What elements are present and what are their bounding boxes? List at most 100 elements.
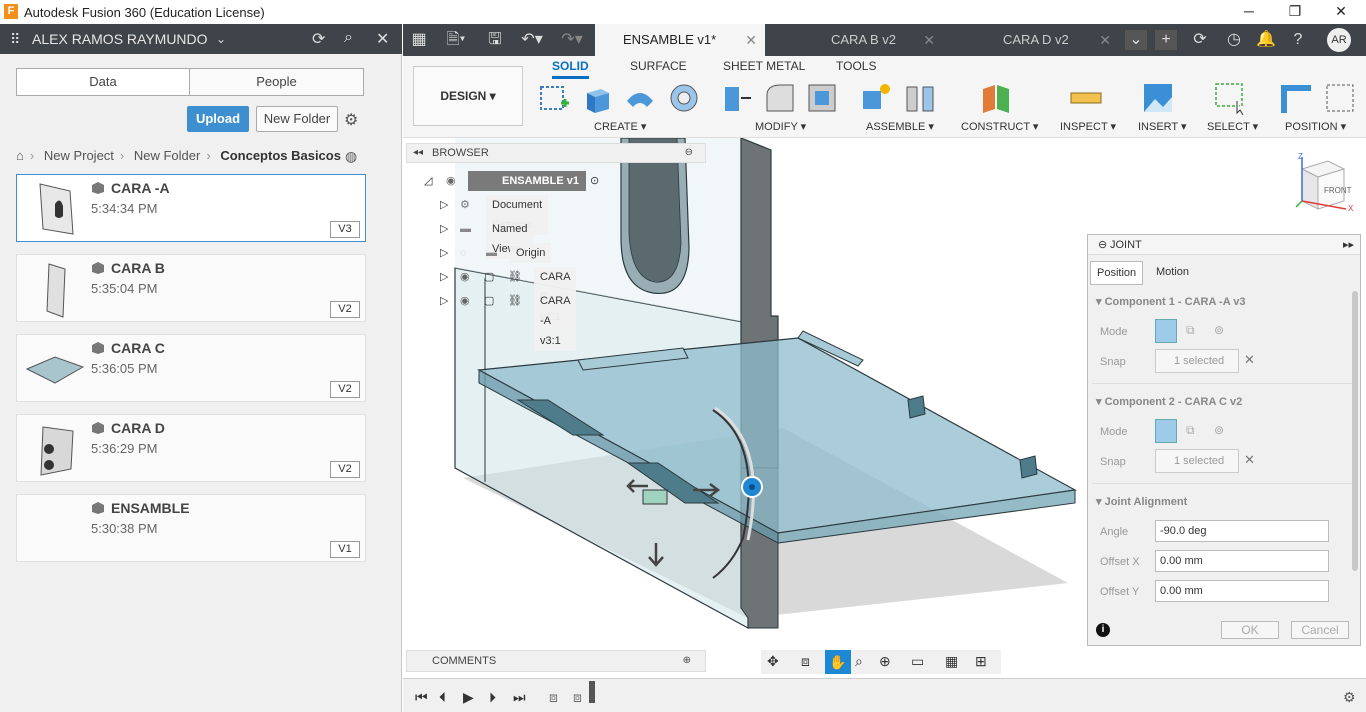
comments-panel[interactable]: COMMENTS ⊕ <box>406 650 706 672</box>
window-select-icon[interactable] <box>1213 81 1247 115</box>
mode-center-icon[interactable]: ⊚ <box>1214 323 1224 337</box>
go-to-start-icon[interactable]: ⏮ <box>415 689 428 706</box>
grid-icon[interactable]: ▦ <box>945 653 958 670</box>
tab-tools[interactable]: TOOLS <box>836 59 876 73</box>
create-sketch-icon[interactable] <box>537 81 571 115</box>
expand-arrow-icon[interactable]: ◿ <box>424 171 432 191</box>
notifications-icon[interactable]: 🔔 <box>1255 30 1277 50</box>
activate-radio-icon[interactable]: ⊙ <box>590 171 599 191</box>
tab-sheet-metal[interactable]: SHEET METAL <box>723 59 805 73</box>
fillet-icon[interactable] <box>763 81 797 115</box>
joint-alignment-section[interactable]: ▾ Joint Alignment <box>1096 495 1187 508</box>
file-card[interactable]: CARA C 5:36:05 PM V2 <box>16 334 366 402</box>
snap-selection[interactable]: 1 selected <box>1155 349 1239 373</box>
tab-surface[interactable]: SURFACE <box>630 59 687 73</box>
file-menu-icon[interactable]: 🗎▾ <box>441 30 471 50</box>
go-to-end-icon[interactable]: ⏭ <box>513 689 526 706</box>
undo-icon[interactable]: ↶▾ <box>517 30 547 50</box>
close-window-button[interactable]: ✕ <box>1318 2 1364 22</box>
chevron-down-icon[interactable]: ⌄ <box>216 32 226 46</box>
mode-between-icon[interactable]: ⧉ <box>1186 323 1195 338</box>
visibility-eye-icon[interactable]: ◉ <box>460 267 470 287</box>
extrude-icon[interactable] <box>581 81 615 115</box>
tab-overflow-icon[interactable]: ⌄ <box>1125 30 1147 50</box>
component1-section[interactable]: ▾ Component 1 - CARA -A v3 <box>1096 295 1246 308</box>
offset-y-input[interactable]: 0.00 mm <box>1155 580 1329 602</box>
viewcube[interactable]: FRONT Z X <box>1288 153 1358 215</box>
save-icon[interactable]: 🖫 <box>485 30 505 50</box>
expand-arrow-icon[interactable]: ▷ <box>440 243 448 263</box>
zoom-icon[interactable]: ⌕ <box>855 653 863 670</box>
minimize-browser-icon[interactable]: ⊖ <box>685 144 693 162</box>
version-badge[interactable]: V2 <box>330 381 360 398</box>
file-card[interactable]: CARA D 5:36:29 PM V2 <box>16 414 366 482</box>
fit-icon[interactable]: ⊕ <box>879 653 891 670</box>
breadcrumb-item[interactable]: New Folder <box>134 148 200 163</box>
clear-selection-icon[interactable]: ✕ <box>1244 352 1255 368</box>
revert-position-icon[interactable] <box>1323 81 1357 115</box>
user-name[interactable]: ALEX RAMOS RAYMUNDO <box>32 31 208 47</box>
display-settings-icon[interactable]: ▭ <box>911 653 924 670</box>
version-badge[interactable]: V1 <box>330 541 360 558</box>
new-folder-button[interactable]: New Folder <box>256 106 338 132</box>
breadcrumb-item[interactable]: New Project <box>44 148 114 163</box>
close-tab-icon[interactable]: ✕ <box>1099 24 1111 56</box>
new-component-icon[interactable] <box>859 81 893 115</box>
mode-simple-icon[interactable] <box>1155 419 1177 443</box>
assemble-menu[interactable]: ASSEMBLE ▾ <box>866 120 934 133</box>
expand-arrow-icon[interactable]: ▷ <box>440 219 448 239</box>
globe-icon[interactable]: ◍ <box>345 148 357 165</box>
revolve-icon[interactable] <box>623 81 657 115</box>
home-icon[interactable]: ⌂ <box>16 148 24 163</box>
clock-icon[interactable]: ◷ <box>1223 30 1245 50</box>
offset-x-input[interactable]: 0.00 mm <box>1155 550 1329 572</box>
doc-tab-cara-b[interactable]: CARA B v2 ✕ <box>775 24 943 56</box>
redo-icon[interactable]: ↷▾ <box>557 30 587 50</box>
file-card[interactable]: CARA B 5:35:04 PM V2 <box>16 254 366 322</box>
close-panel-icon[interactable]: ✕ <box>376 29 389 49</box>
mode-simple-icon[interactable] <box>1155 319 1177 343</box>
hole-icon[interactable] <box>667 81 701 115</box>
pan-hand-icon[interactable]: ✋ <box>825 650 851 674</box>
visibility-eye-icon[interactable]: ◉ <box>460 291 470 311</box>
clear-selection-icon[interactable]: ✕ <box>1244 452 1255 468</box>
joint-icon[interactable] <box>903 81 937 115</box>
visibility-eye-icon[interactable]: ◉ <box>446 171 456 191</box>
tab-data[interactable]: Data <box>16 68 190 96</box>
orbit-icon[interactable]: ✥ <box>767 653 779 670</box>
capture-position-icon[interactable] <box>1279 81 1313 115</box>
tab-motion[interactable]: Motion <box>1150 261 1195 285</box>
snap-selection[interactable]: 1 selected <box>1155 449 1239 473</box>
position-menu[interactable]: POSITION ▾ <box>1285 120 1346 133</box>
settings-gear-icon[interactable]: ⚙ <box>344 110 358 130</box>
doc-tab-cara-d[interactable]: CARA D v2 ✕ <box>947 24 1119 56</box>
press-pull-icon[interactable] <box>719 81 753 115</box>
insert-image-icon[interactable] <box>1141 81 1175 115</box>
hidden-eye-icon[interactable]: ◌ <box>460 243 467 263</box>
viewports-icon[interactable]: ⊞ <box>975 653 987 670</box>
shell-icon[interactable] <box>805 81 839 115</box>
collapse-browser-icon[interactable]: ◂◂ <box>413 144 423 162</box>
info-icon[interactable]: i <box>1096 623 1110 637</box>
select-menu[interactable]: SELECT ▾ <box>1207 120 1258 133</box>
new-tab-icon[interactable]: + <box>1155 30 1177 50</box>
drag-handle-icon[interactable]: ⠿ <box>10 31 20 48</box>
construct-menu[interactable]: CONSTRUCT ▾ <box>961 120 1038 133</box>
search-icon[interactable]: ⌕ <box>344 29 353 47</box>
version-badge[interactable]: V2 <box>330 461 360 478</box>
timeline-marker[interactable] <box>589 681 595 703</box>
version-badge[interactable]: V3 <box>330 221 360 238</box>
timeline-feature-icon[interactable]: ⧈ <box>573 689 582 706</box>
tab-solid[interactable]: SOLID <box>552 59 589 79</box>
close-tab-icon[interactable]: ✕ <box>745 24 757 56</box>
cancel-button[interactable]: Cancel <box>1291 621 1349 639</box>
modify-menu[interactable]: MODIFY ▾ <box>755 120 806 133</box>
tab-position[interactable]: Position <box>1090 261 1144 285</box>
timeline-settings-icon[interactable]: ⚙ <box>1343 689 1356 706</box>
apps-grid-icon[interactable]: ▦ <box>409 30 429 50</box>
insert-menu[interactable]: INSERT ▾ <box>1138 120 1187 133</box>
step-back-icon[interactable]: ⏴ <box>439 689 446 706</box>
create-menu[interactable]: CREATE ▾ <box>594 120 646 133</box>
doc-tab-ensamble[interactable]: ENSAMBLE v1* ✕ <box>595 24 765 56</box>
expand-arrow-icon[interactable]: ▷ <box>440 195 448 215</box>
